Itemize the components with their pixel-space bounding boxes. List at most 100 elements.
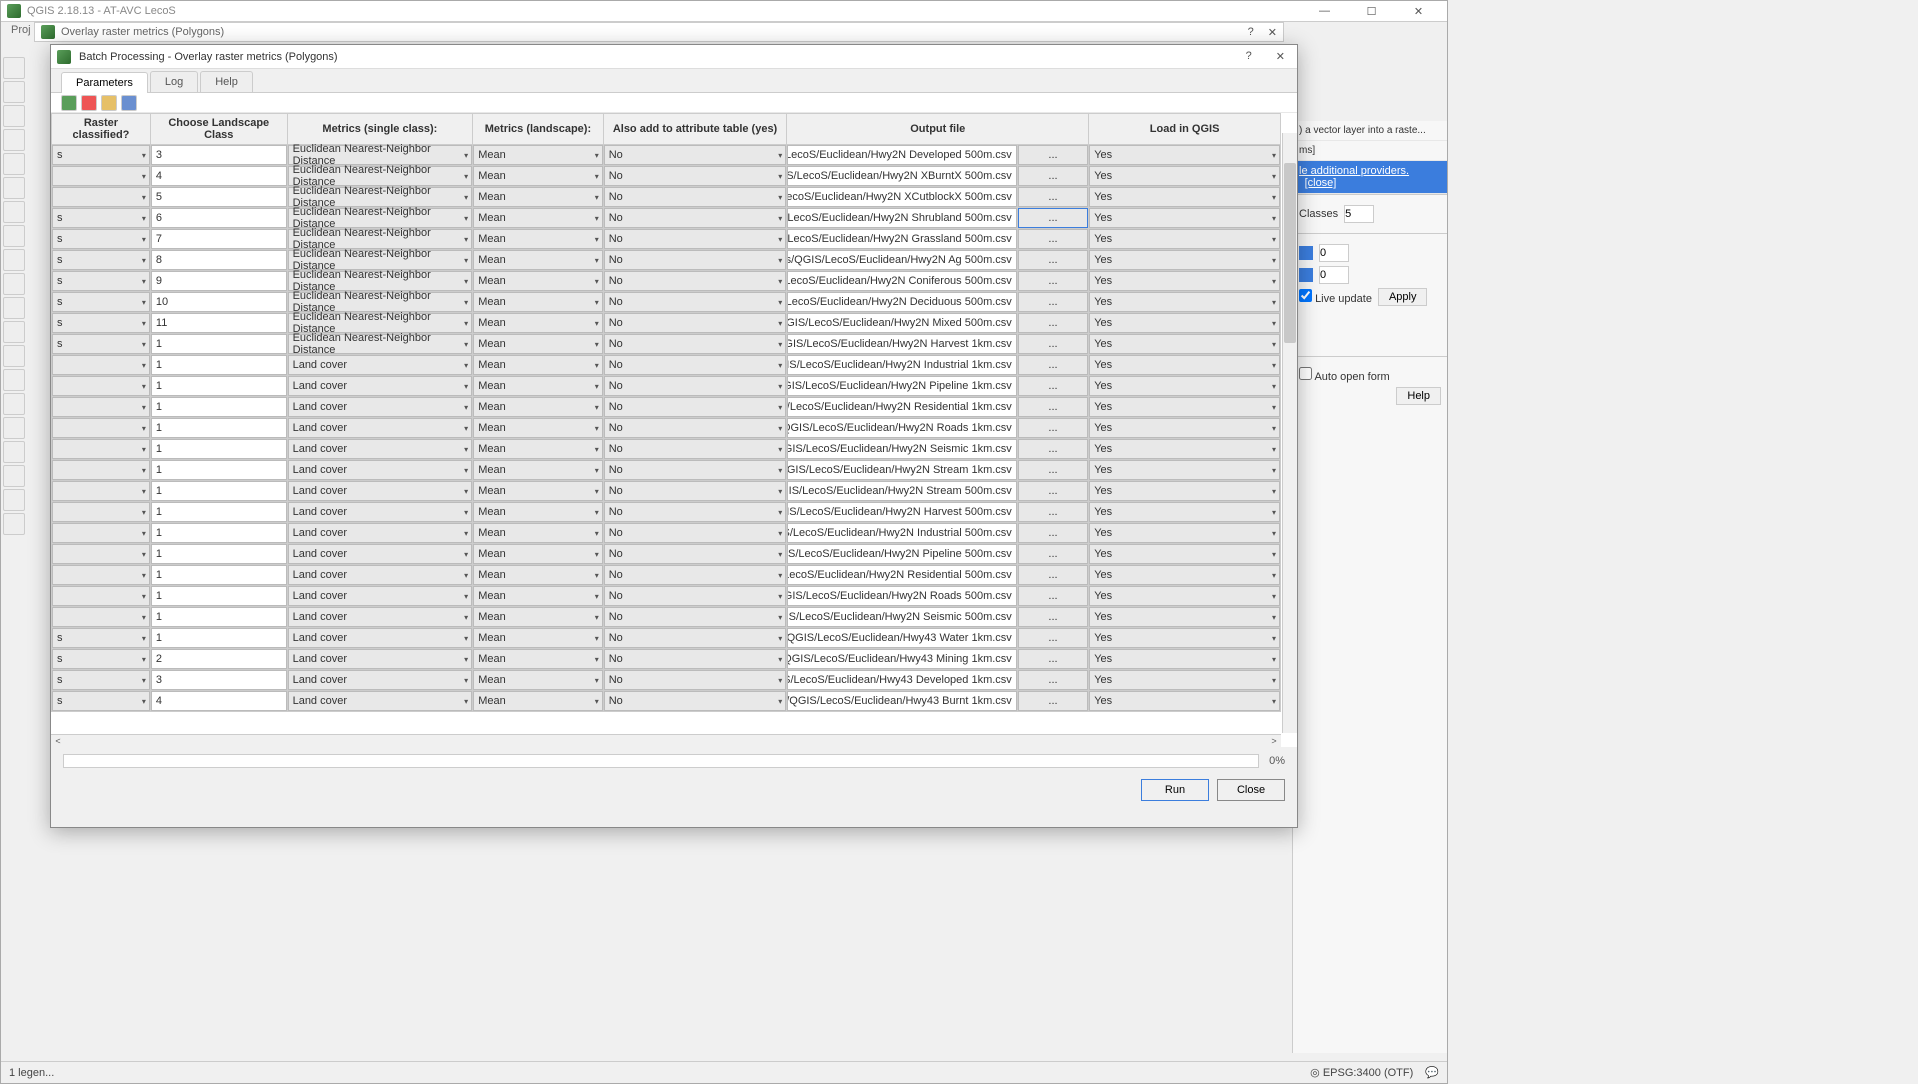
color-val-input[interactable]	[1319, 266, 1349, 284]
metric-single-select[interactable]: Euclidean Nearest-Neighbor Distance	[288, 145, 473, 165]
col-add-attr[interactable]: Also add to attribute table (yes)	[603, 114, 787, 145]
browse-button[interactable]: ...	[1018, 397, 1088, 417]
load-in-qgis-select[interactable]: Yes	[1089, 670, 1280, 690]
browse-button[interactable]: ...	[1018, 250, 1088, 270]
metric-single-select[interactable]: Euclidean Nearest-Neighbor Distance	[288, 271, 473, 291]
col-classified[interactable]: Raster classified?	[52, 114, 151, 145]
chat-icon[interactable]: 💬	[1425, 1066, 1439, 1079]
add-attr-select[interactable]: No	[604, 229, 787, 249]
output-file-input[interactable]: ps/QGIS/LecoS/Euclidean/Hwy2N Stream 500…	[787, 481, 1017, 501]
metric-single-select[interactable]: Euclidean Nearest-Neighbor Distance	[288, 229, 473, 249]
minimize-button[interactable]: —	[1302, 1, 1347, 21]
tool-btn[interactable]	[3, 465, 25, 487]
tab-log[interactable]: Log	[150, 71, 198, 92]
metric-landscape-select[interactable]: Mean	[473, 523, 603, 543]
raster-classified-select[interactable]	[52, 418, 150, 438]
help-icon[interactable]: ?	[1240, 48, 1258, 65]
metric-single-select[interactable]: Land cover	[288, 460, 473, 480]
metric-single-select[interactable]: Land cover	[288, 628, 473, 648]
tool-btn[interactable]	[3, 201, 25, 223]
browse-button[interactable]: ...	[1018, 145, 1088, 165]
output-file-input[interactable]: ps/QGIS/LecoS/Euclidean/Hwy2N XBurntX 50…	[787, 166, 1017, 186]
metric-single-select[interactable]: Land cover	[288, 439, 473, 459]
load-in-qgis-select[interactable]: Yes	[1089, 607, 1280, 627]
tool-btn[interactable]	[3, 489, 25, 511]
metric-single-select[interactable]: Land cover	[288, 649, 473, 669]
metric-landscape-select[interactable]: Mean	[473, 208, 603, 228]
save-icon[interactable]	[121, 95, 137, 111]
tool-btn[interactable]	[3, 345, 25, 367]
classes-input[interactable]	[1344, 205, 1374, 223]
close-icon[interactable]: ✕	[1270, 48, 1291, 65]
load-in-qgis-select[interactable]: Yes	[1089, 229, 1280, 249]
providers-link[interactable]: le additional providers.	[1299, 165, 1409, 177]
close-link[interactable]: [close]	[1305, 177, 1337, 189]
batch-titlebar[interactable]: Batch Processing - Overlay raster metric…	[51, 45, 1297, 69]
landscape-class-input[interactable]: 1	[151, 334, 287, 354]
open-icon[interactable]	[101, 95, 117, 111]
raster-classified-select[interactable]: s	[52, 649, 150, 669]
tool-btn[interactable]	[3, 369, 25, 391]
output-file-input[interactable]: /QGIS/LecoS/Euclidean/Hwy2N Shrubland 50…	[787, 208, 1017, 228]
tool-btn[interactable]	[3, 441, 25, 463]
raster-classified-select[interactable]: s	[52, 313, 150, 333]
browse-button[interactable]: ...	[1018, 376, 1088, 396]
metric-landscape-select[interactable]: Mean	[473, 607, 603, 627]
landscape-class-input[interactable]: 3	[151, 145, 287, 165]
tool-btn[interactable]	[3, 273, 25, 295]
landscape-class-input[interactable]: 8	[151, 250, 287, 270]
load-in-qgis-select[interactable]: Yes	[1089, 460, 1280, 480]
add-attr-select[interactable]: No	[604, 544, 787, 564]
metric-landscape-select[interactable]: Mean	[473, 439, 603, 459]
raster-classified-select[interactable]	[52, 355, 150, 375]
remove-row-icon[interactable]	[81, 95, 97, 111]
landscape-class-input[interactable]: 7	[151, 229, 287, 249]
tool-btn[interactable]	[3, 177, 25, 199]
metric-single-select[interactable]: Land cover	[288, 355, 473, 375]
raster-classified-select[interactable]	[52, 607, 150, 627]
metric-single-select[interactable]: Euclidean Nearest-Neighbor Distance	[288, 334, 473, 354]
metric-single-select[interactable]: Land cover	[288, 565, 473, 585]
landscape-class-input[interactable]: 1	[151, 439, 287, 459]
add-attr-select[interactable]: No	[604, 439, 787, 459]
tool-btn[interactable]	[3, 321, 25, 343]
metric-single-select[interactable]: Land cover	[288, 691, 473, 711]
raster-classified-select[interactable]: s	[52, 271, 150, 291]
landscape-class-input[interactable]: 1	[151, 628, 287, 648]
tool-btn[interactable]	[3, 129, 25, 151]
landscape-class-input[interactable]: 4	[151, 166, 287, 186]
load-in-qgis-select[interactable]: Yes	[1089, 628, 1280, 648]
add-attr-select[interactable]: No	[604, 376, 787, 396]
output-file-input[interactable]: s/QGIS/LecoS/Euclidean/Hwy2N Industrial …	[787, 523, 1017, 543]
raster-classified-select[interactable]: s	[52, 691, 150, 711]
metric-landscape-select[interactable]: Mean	[473, 376, 603, 396]
tool-btn[interactable]	[3, 297, 25, 319]
load-in-qgis-select[interactable]: Yes	[1089, 691, 1280, 711]
metric-landscape-select[interactable]: Mean	[473, 502, 603, 522]
browse-button[interactable]: ...	[1018, 523, 1088, 543]
add-attr-select[interactable]: No	[604, 145, 787, 165]
tool-btn[interactable]	[3, 105, 25, 127]
help-button[interactable]: Help	[1396, 387, 1441, 405]
add-attr-select[interactable]: No	[604, 481, 787, 501]
output-file-input[interactable]: laps/QGIS/LecoS/Euclidean/Hwy2N Mixed 50…	[787, 313, 1017, 333]
output-file-input[interactable]: aps/QGIS/LecoS/Euclidean/Hwy2N Pipeline …	[787, 376, 1017, 396]
raster-classified-select[interactable]: s	[52, 628, 150, 648]
output-file-input[interactable]: laps/QGIS/LecoS/Euclidean/Hwy2N Harvest …	[787, 334, 1017, 354]
add-attr-select[interactable]: No	[604, 523, 787, 543]
browse-button[interactable]: ...	[1018, 292, 1088, 312]
add-attr-select[interactable]: No	[604, 355, 787, 375]
output-file-input[interactable]: ps/QGIS/LecoS/Euclidean/Hwy2N Industrial…	[787, 355, 1017, 375]
metric-landscape-select[interactable]: Mean	[473, 691, 603, 711]
add-attr-select[interactable]: No	[604, 502, 787, 522]
load-in-qgis-select[interactable]: Yes	[1089, 376, 1280, 396]
metric-single-select[interactable]: Land cover	[288, 523, 473, 543]
raster-classified-select[interactable]	[52, 439, 150, 459]
browse-button[interactable]: ...	[1018, 187, 1088, 207]
metric-landscape-select[interactable]: Mean	[473, 334, 603, 354]
color-val-input[interactable]	[1319, 244, 1349, 262]
add-attr-select[interactable]: No	[604, 670, 787, 690]
add-row-icon[interactable]	[61, 95, 77, 111]
landscape-class-input[interactable]: 1	[151, 460, 287, 480]
load-in-qgis-select[interactable]: Yes	[1089, 271, 1280, 291]
